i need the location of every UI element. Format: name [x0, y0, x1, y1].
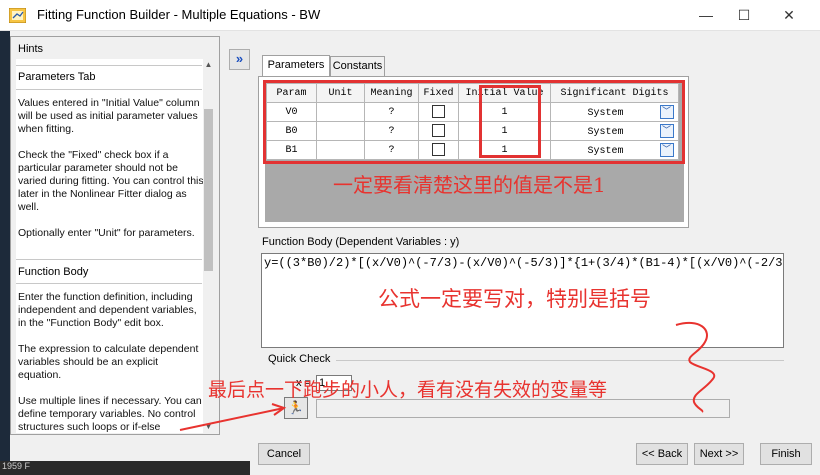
finish-button[interactable]: Finish — [760, 443, 812, 465]
hint-heading-parameters: Parameters Tab — [18, 71, 96, 83]
app-icon — [9, 8, 26, 23]
toggle-hints-button[interactable]: » — [229, 49, 250, 70]
title-bar: Fitting Function Builder - Multiple Equa… — [0, 0, 820, 31]
function-body-label: Function Body (Dependent Variables : y) — [262, 236, 460, 248]
maximize-button[interactable]: ☐ — [721, 0, 767, 31]
divider — [16, 259, 202, 260]
annotation-box-initial-value — [479, 85, 541, 158]
scrollbar-thumb[interactable] — [204, 109, 213, 271]
annotation-note-formula: 公式一定要写对，特别是括号 — [378, 287, 651, 311]
hint-paragraph: Enter the function definition, including… — [18, 291, 197, 329]
divider — [336, 360, 784, 361]
hint-heading-function-body: Function Body — [18, 266, 89, 278]
hint-paragraph: Check the "Fixed" check box if a particu… — [18, 149, 204, 213]
tab-constants[interactable]: Constants — [330, 56, 385, 76]
cancel-button[interactable]: Cancel — [258, 443, 310, 465]
next-button[interactable]: Next >> — [694, 443, 744, 465]
quick-check-label: Quick Check — [268, 353, 331, 365]
hints-content[interactable]: Parameters Tab Values entered in "Initia… — [16, 59, 214, 433]
tab-parameters[interactable]: Parameters — [262, 55, 330, 77]
background-status-text: 1959 F — [2, 461, 31, 471]
hints-title: Hints — [18, 43, 44, 55]
close-button[interactable]: ✕ — [766, 0, 812, 31]
scroll-down-icon[interactable]: ▼ — [203, 421, 214, 433]
background-app-edge — [0, 31, 10, 475]
annotation-box-table — [263, 80, 685, 164]
annotation-arrow-head — [271, 403, 287, 416]
annotation-note-check-values: 一定要看清楚这里的值是不是1 — [333, 173, 606, 197]
function-body-text[interactable]: y=((3*B0)/2)*[(x/V0)^(-7/3)-(x/V0)^(-5/3… — [264, 256, 783, 270]
back-button[interactable]: << Back — [636, 443, 688, 465]
scroll-up-icon[interactable]: ▲ — [203, 59, 214, 71]
hint-paragraph: Values entered in "Initial Value" column… — [18, 97, 200, 135]
divider — [16, 283, 202, 284]
hint-paragraph: The expression to calculate dependent va… — [18, 343, 199, 381]
hint-paragraph: Use multiple lines if necessary. You can… — [18, 395, 202, 433]
window-title: Fitting Function Builder - Multiple Equa… — [37, 7, 321, 22]
background-app-edge: 1959 F — [0, 461, 250, 475]
annotation-note-run: 最后点一下跑步的小人，看有没有失效的变量等 — [208, 379, 608, 401]
divider — [16, 65, 202, 66]
divider — [16, 89, 202, 90]
hint-paragraph: Optionally enter "Unit" for parameters. — [18, 227, 195, 239]
hints-panel: Hints Parameters Tab Values entered in "… — [10, 36, 220, 435]
